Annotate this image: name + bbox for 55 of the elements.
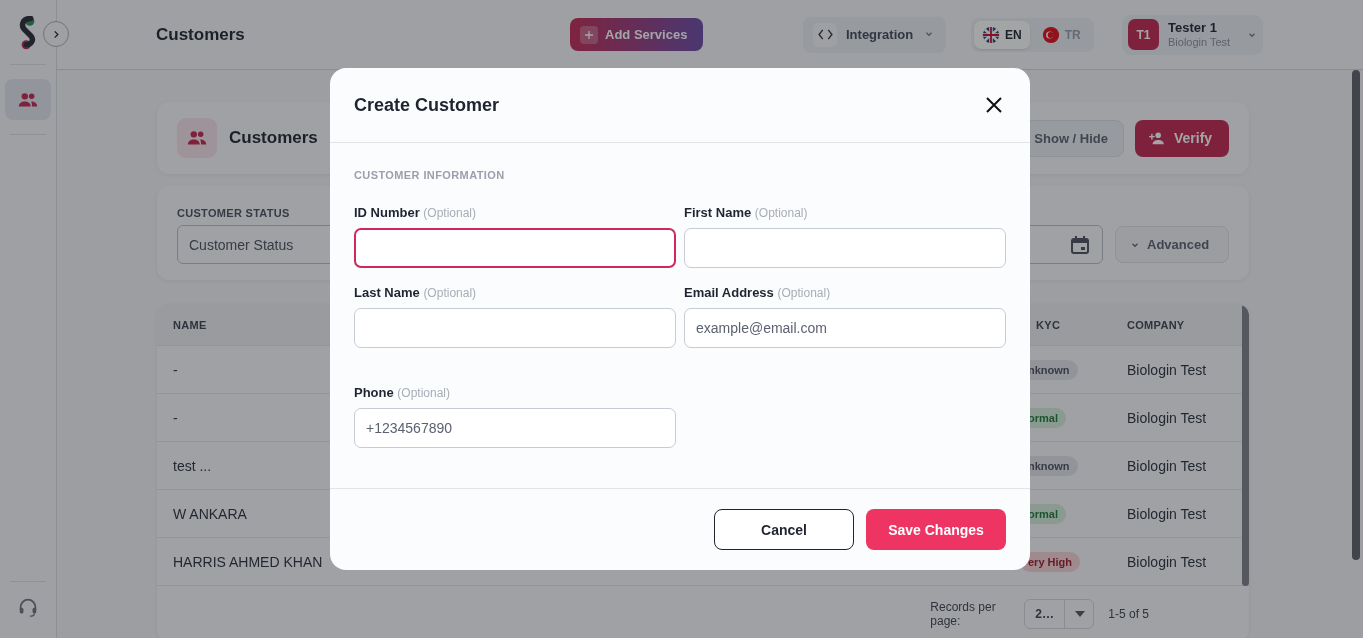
save-button[interactable]: Save Changes bbox=[866, 509, 1006, 550]
page-size-select[interactable]: 2… bbox=[1024, 599, 1095, 629]
table-cell: Biologin Test bbox=[1127, 505, 1207, 522]
add-user-icon bbox=[1149, 131, 1166, 145]
input-field[interactable]: example@email.com bbox=[684, 308, 1006, 348]
table-cell-text: test ... bbox=[173, 457, 213, 474]
column-header: KYC bbox=[1035, 318, 1062, 331]
user-menu[interactable]: T1 Tester 1 Biologin Test bbox=[1122, 14, 1263, 55]
user-company: Biologin Test bbox=[1168, 35, 1231, 49]
calendar-icon bbox=[1070, 234, 1090, 255]
section-heading: CUSTOMER INFORMATION bbox=[354, 169, 505, 181]
pagination-range: 1-5 of 5 bbox=[1108, 607, 1149, 621]
column-header: COMPANY bbox=[1127, 318, 1185, 331]
filter-label: CUSTOMER STATUS bbox=[177, 207, 290, 219]
flag-icon bbox=[1041, 25, 1060, 44]
input-field[interactable]: +1234567890 bbox=[354, 408, 676, 448]
customers-nav-item[interactable] bbox=[5, 79, 51, 120]
field-label: Last Name (Optional) bbox=[354, 285, 478, 300]
verify-button[interactable]: Verify bbox=[1135, 119, 1229, 157]
page-title: Customers bbox=[156, 24, 246, 45]
input-field[interactable] bbox=[354, 308, 676, 348]
flag-icon bbox=[982, 25, 1000, 44]
language-option[interactable]: EN bbox=[974, 20, 1030, 49]
code-icon bbox=[817, 29, 833, 40]
cancel-button[interactable]: Cancel bbox=[714, 509, 854, 550]
table-cell: Biologin Test bbox=[1127, 457, 1207, 474]
column-header: NAME bbox=[173, 318, 208, 331]
expand-sidebar-button[interactable] bbox=[43, 21, 69, 47]
table-scrollbar[interactable] bbox=[1242, 304, 1249, 586]
user-avatar: T1 bbox=[1128, 19, 1159, 50]
field-label: First Name (Optional) bbox=[684, 205, 809, 220]
table-cell-text: W ANKARA bbox=[173, 505, 248, 522]
card-title: Customers bbox=[229, 128, 319, 148]
table-cell-text: HARRIS AHMED KHAN bbox=[173, 553, 324, 570]
table-cell-text: - bbox=[173, 409, 179, 426]
advanced-button[interactable]: Advanced bbox=[1115, 226, 1229, 263]
field-label: ID Number (Optional) bbox=[354, 205, 478, 220]
input-field[interactable] bbox=[354, 228, 676, 268]
page-scrollbar[interactable] bbox=[1352, 70, 1360, 560]
logo-icon bbox=[18, 16, 38, 50]
input-field[interactable] bbox=[684, 228, 1006, 268]
table-cell-text: - bbox=[173, 361, 179, 378]
field-label: Email Address (Optional) bbox=[684, 285, 832, 300]
records-per-page-label: Records per page: bbox=[930, 599, 997, 629]
dialog-title: Create Customer bbox=[354, 94, 500, 116]
field-label: Phone (Optional) bbox=[354, 385, 452, 400]
plus-icon bbox=[584, 29, 594, 40]
user-name: Tester 1 bbox=[1168, 20, 1218, 36]
integration-dropdown[interactable]: Integration bbox=[803, 16, 946, 53]
table-cell: Biologin Test bbox=[1127, 409, 1207, 426]
caret-icon bbox=[1075, 611, 1085, 617]
headset-icon[interactable] bbox=[17, 596, 39, 618]
add-services-button[interactable]: Add Services bbox=[570, 18, 703, 51]
table-cell: Biologin Test bbox=[1127, 553, 1207, 570]
table-cell: Biologin Test bbox=[1127, 361, 1207, 378]
